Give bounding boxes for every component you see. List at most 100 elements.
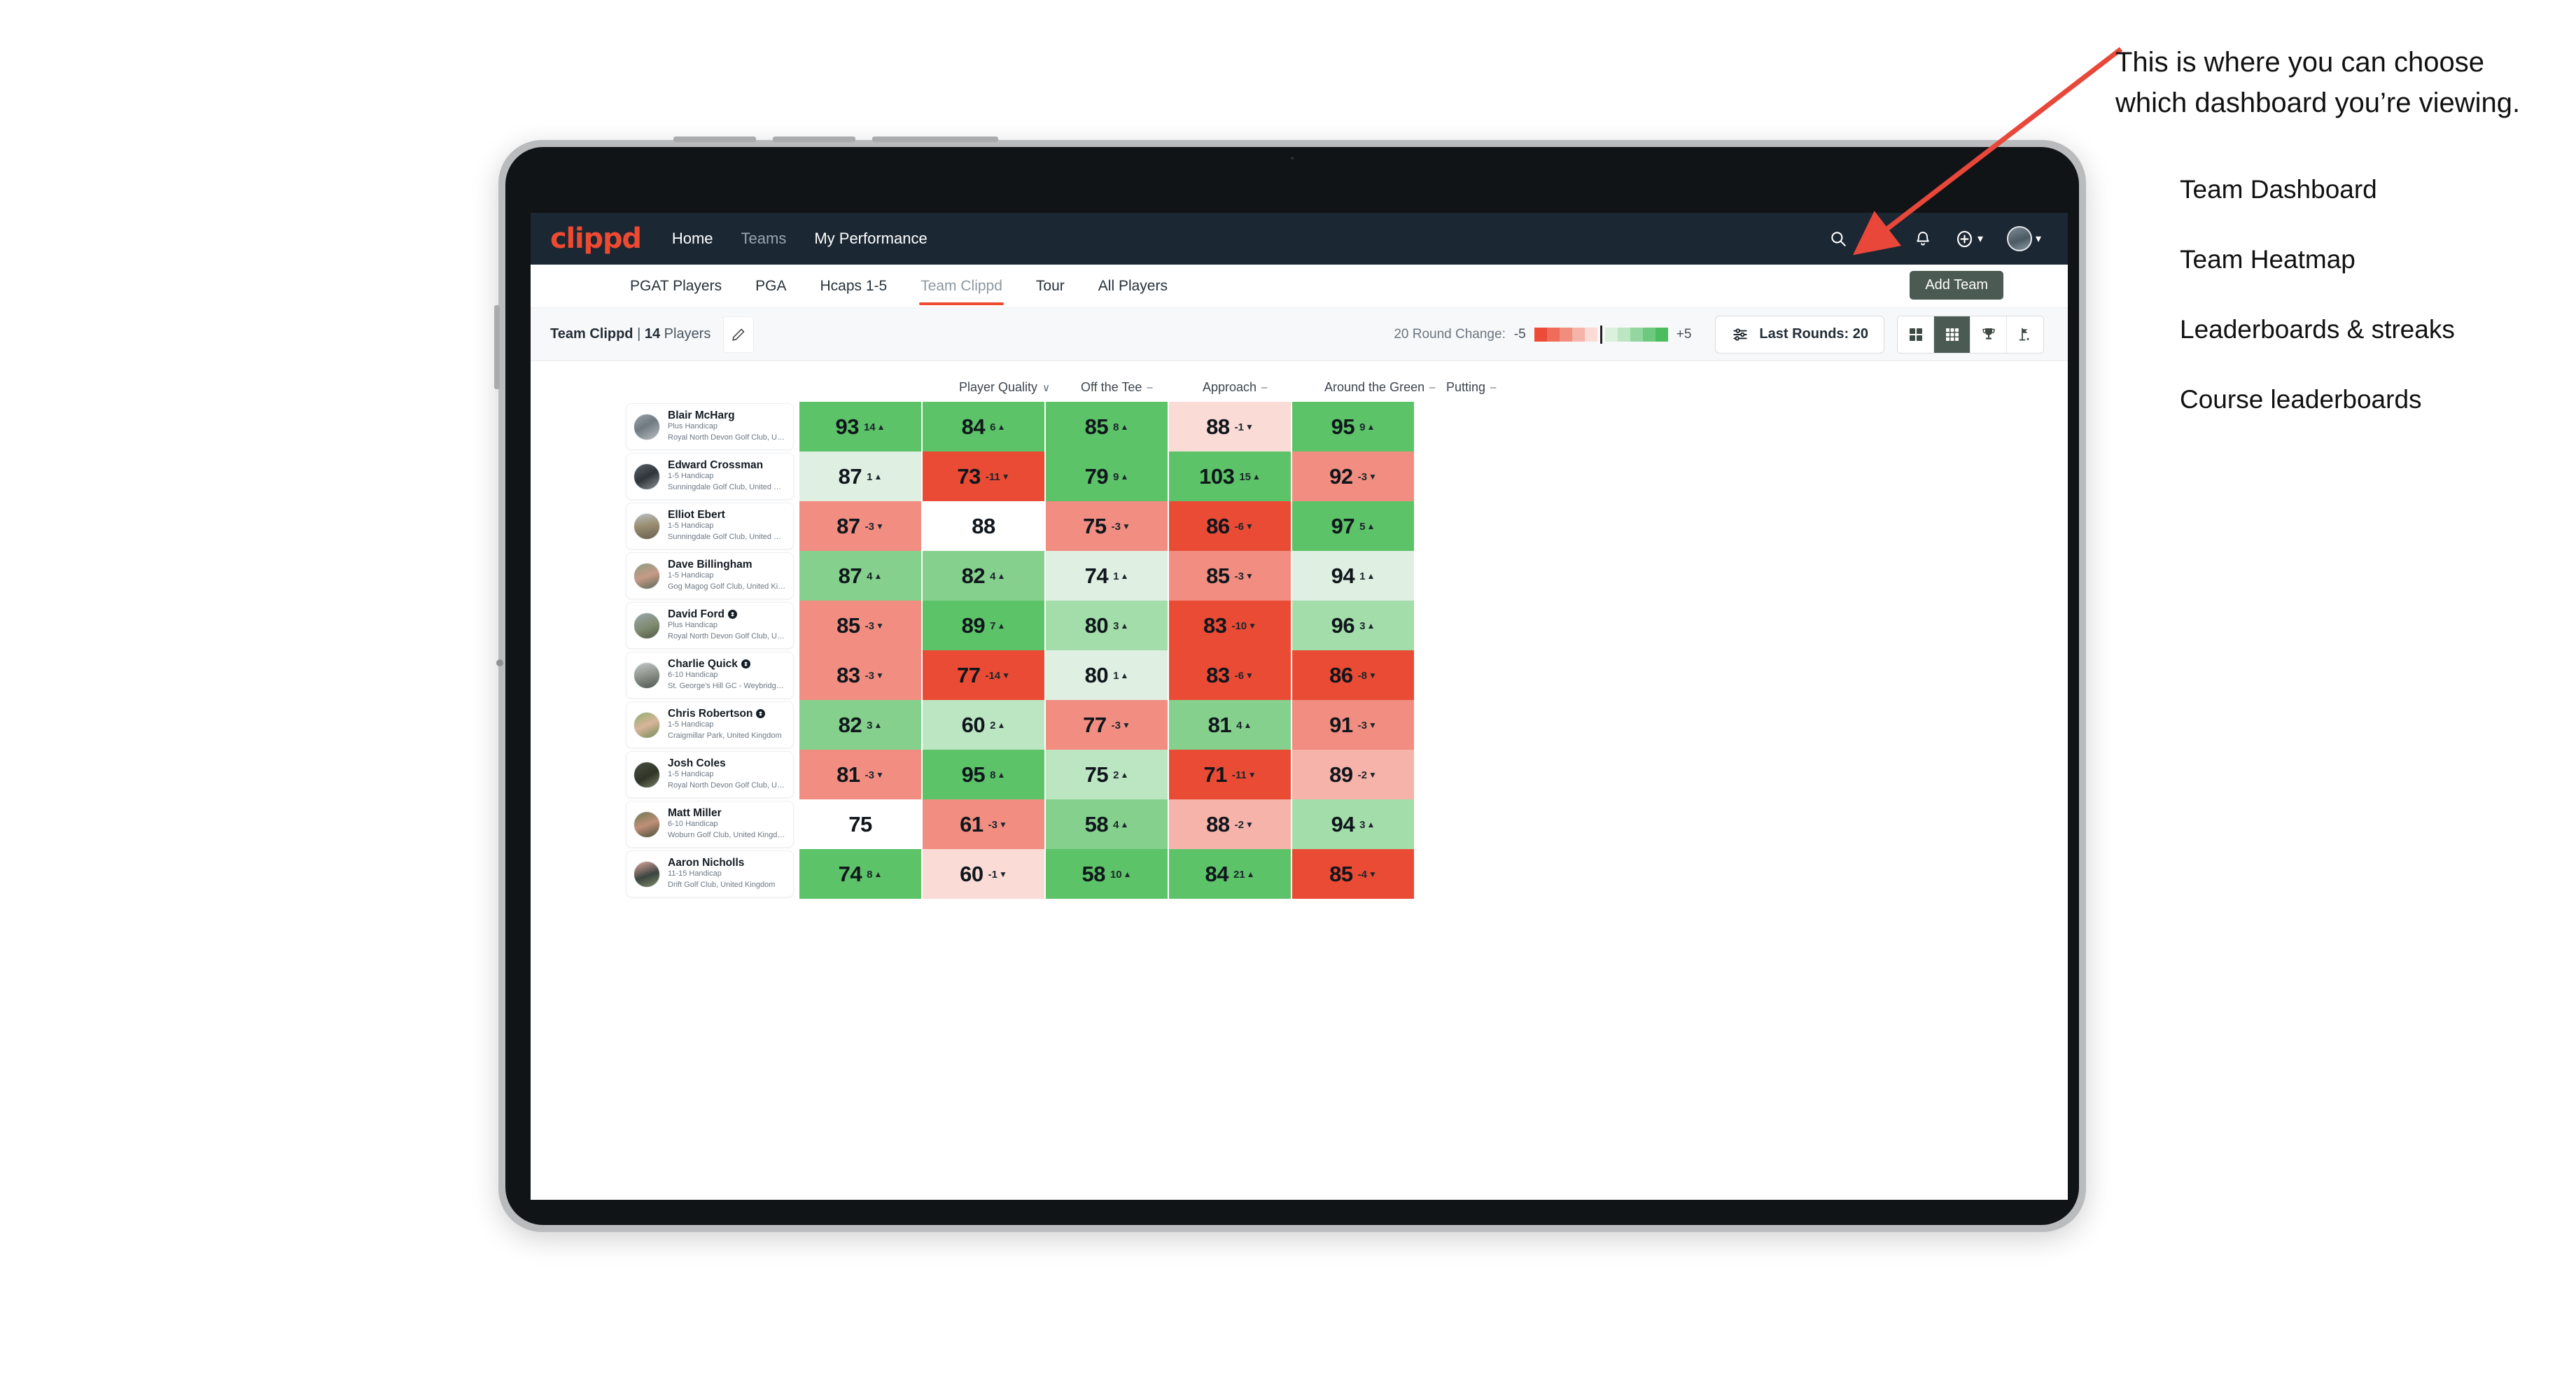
table-row[interactable]: Edward Crossman 1-5 Handicap Sunningdale G… — [531, 451, 2068, 501]
metric-cell[interactable]: 83 -6 ▼ — [1169, 650, 1291, 700]
metric-cell[interactable]: 93 14 ▲ — [799, 402, 921, 451]
player-handicap: 6-10 Handicap — [668, 671, 718, 680]
metric-cell[interactable]: 81 -3 ▼ — [799, 750, 921, 799]
toggle-course-leaderboards[interactable] — [2007, 316, 2043, 353]
metric-cell[interactable]: 82 4 ▲ — [923, 551, 1044, 601]
metric-cell[interactable]: 85 -3 ▼ — [1169, 551, 1291, 601]
player-card[interactable]: Elliot Ebert 1-5 Handicap Sunningdale Golf… — [626, 503, 794, 550]
nav-link-my-performance[interactable]: My Performance — [814, 230, 927, 248]
table-row[interactable]: Aaron Nicholls 11-15 Handicap Drift Golf C… — [531, 849, 2068, 899]
tab-all-players[interactable]: All Players — [1097, 267, 1169, 305]
metric-cell[interactable]: 91 -3 ▼ — [1292, 700, 1414, 750]
metric-cell[interactable]: 81 4 ▲ — [1169, 700, 1291, 750]
column-header-off-the-tee[interactable]: Off the Tee – — [1081, 380, 1203, 402]
metric-cell[interactable]: 84 6 ▲ — [923, 402, 1044, 451]
metric-cell[interactable]: 94 1 ▲ — [1292, 551, 1414, 601]
metric-cell[interactable]: 87 -3 ▼ — [799, 501, 921, 551]
clippd-logo[interactable]: clippd — [550, 223, 642, 255]
column-header-approach[interactable]: Approach – — [1203, 380, 1324, 402]
tab-hcaps-1-5[interactable]: Hcaps 1-5 — [818, 267, 888, 305]
metric-cell[interactable]: 60 2 ▲ — [923, 700, 1044, 750]
toggle-team-dashboard[interactable] — [1898, 316, 1934, 353]
metric-cell[interactable]: 58 10 ▲ — [1046, 849, 1168, 899]
player-card[interactable]: Charlie Quick 6-10 Handicap St. George's H… — [626, 652, 794, 699]
metric-cell[interactable]: 86 -8 ▼ — [1292, 650, 1414, 700]
table-row[interactable]: Blair McHarg Plus Handicap Royal North Dev… — [531, 402, 2068, 451]
metric-cell[interactable]: 87 4 ▲ — [799, 551, 921, 601]
last-rounds-filter-button[interactable]: Last Rounds: 20 — [1715, 315, 1884, 354]
metric-cell[interactable]: 82 3 ▲ — [799, 700, 921, 750]
table-row[interactable]: Charlie Quick 6-10 Handicap St. George's H… — [531, 650, 2068, 700]
arrow-down-icon: ▼ — [998, 819, 1007, 830]
metric-cell[interactable]: 94 3 ▲ — [1292, 799, 1414, 849]
player-card[interactable]: Chris Robertson 1-5 Handicap Craigmillar P… — [626, 701, 794, 748]
tab-team-clippd[interactable]: Team Clippd — [919, 267, 1004, 305]
metric-cell[interactable]: 85 -3 ▼ — [799, 601, 921, 650]
tab-pgat-players[interactable]: PGAT Players — [629, 267, 723, 305]
metric-value: 60 — [960, 861, 983, 886]
metric-cell[interactable]: 96 3 ▲ — [1292, 601, 1414, 650]
nav-link-teams[interactable]: Teams — [741, 230, 787, 248]
table-row[interactable]: David Ford Plus Handicap Royal North Devon… — [531, 601, 2068, 650]
player-card[interactable]: Josh Coles 1-5 Handicap Royal North Devon … — [626, 751, 794, 798]
toggle-leaderboards-streaks[interactable] — [1970, 316, 2007, 353]
metric-cell[interactable]: 83 -3 ▼ — [799, 650, 921, 700]
player-card[interactable]: Aaron Nicholls 11-15 Handicap Drift Golf C… — [626, 850, 794, 897]
metric-cell[interactable]: 74 1 ▲ — [1046, 551, 1168, 601]
metric-cell[interactable]: 58 4 ▲ — [1046, 799, 1168, 849]
metric-cell[interactable]: 83 -10 ▼ — [1169, 601, 1291, 650]
metric-cell[interactable]: 75 2 ▲ — [1046, 750, 1168, 799]
edit-team-button[interactable] — [723, 316, 755, 353]
metric-cell[interactable]: 84 21 ▲ — [1169, 849, 1291, 899]
metric-cell[interactable]: 73 -11 ▼ — [923, 451, 1044, 501]
side-button[interactable] — [494, 305, 500, 389]
player-card[interactable]: David Ford Plus Handicap Royal North Devon… — [626, 602, 794, 649]
metric-cell[interactable]: 71 -11 ▼ — [1169, 750, 1291, 799]
legend-swatch — [1604, 327, 1618, 342]
metric-cell[interactable]: 86 -6 ▼ — [1169, 501, 1291, 551]
metric-cell[interactable]: 95 8 ▲ — [923, 750, 1044, 799]
power-button[interactable] — [872, 136, 998, 142]
volume-down-button[interactable] — [773, 136, 855, 142]
column-header-putting[interactable]: Putting – — [1446, 380, 1568, 402]
table-row[interactable]: Josh Coles 1-5 Handicap Royal North Devon … — [531, 750, 2068, 799]
metric-cell[interactable]: 77 -14 ▼ — [923, 650, 1044, 700]
metric-cell[interactable]: 75 -3 ▼ — [1046, 501, 1168, 551]
volume-up-button[interactable] — [673, 136, 756, 142]
nav-link-home[interactable]: Home — [672, 230, 713, 248]
metric-cell[interactable]: 77 -3 ▼ — [1046, 700, 1168, 750]
metric-cell[interactable]: 103 15 ▲ — [1169, 451, 1291, 501]
metric-cell[interactable]: 97 5 ▲ — [1292, 501, 1414, 551]
metric-cell[interactable]: 80 3 ▲ — [1046, 601, 1168, 650]
column-header-player-quality[interactable]: Player Quality ∨ — [959, 380, 1081, 402]
column-header-around-the-green[interactable]: Around the Green – — [1324, 380, 1446, 402]
metric-cell[interactable]: 89 -2 ▼ — [1292, 750, 1414, 799]
metric-cell[interactable]: 88 -2 ▼ — [1169, 799, 1291, 849]
metric-cell[interactable]: 74 8 ▲ — [799, 849, 921, 899]
metric-cell[interactable]: 92 -3 ▼ — [1292, 451, 1414, 501]
player-card[interactable]: Matt Miller 6-10 Handicap Woburn Golf Club… — [626, 801, 794, 848]
metric-cell[interactable]: 80 1 ▲ — [1046, 650, 1168, 700]
table-row[interactable]: Chris Robertson 1-5 Handicap Craigmillar P… — [531, 700, 2068, 750]
tab-pga[interactable]: PGA — [754, 267, 788, 305]
player-card[interactable]: Blair McHarg Plus Handicap Royal North Dev… — [626, 403, 794, 450]
metric-cell[interactable]: 88 -1 ▼ — [1169, 402, 1291, 451]
player-card[interactable]: Edward Crossman 1-5 Handicap Sunningdale G… — [626, 453, 794, 500]
table-row[interactable]: Dave Billingham 1-5 Handicap Gog Magog Gol… — [531, 551, 2068, 601]
tab-tour[interactable]: Tour — [1035, 267, 1066, 305]
metric-cell[interactable]: 89 7 ▲ — [923, 601, 1044, 650]
metric-cell[interactable]: 85 -4 ▼ — [1292, 849, 1414, 899]
metric-cell[interactable]: 79 9 ▲ — [1046, 451, 1168, 501]
table-row[interactable]: Elliot Ebert 1-5 Handicap Sunningdale Golf… — [531, 501, 2068, 551]
table-row[interactable]: Matt Miller 6-10 Handicap Woburn Golf Club… — [531, 799, 2068, 849]
player-card[interactable]: Dave Billingham 1-5 Handicap Gog Magog Gol… — [626, 552, 794, 599]
metric-cell[interactable]: 60 -1 ▼ — [923, 849, 1044, 899]
metric-cell[interactable]: 88 — [923, 501, 1044, 551]
metric-cell[interactable]: 95 9 ▲ — [1292, 402, 1414, 451]
metric-value: 77 — [1083, 712, 1107, 737]
metric-cell[interactable]: 75 — [799, 799, 921, 849]
toggle-team-heatmap[interactable] — [1934, 316, 1970, 353]
metric-cell[interactable]: 85 8 ▲ — [1046, 402, 1168, 451]
metric-cell[interactable]: 61 -3 ▼ — [923, 799, 1044, 849]
metric-cell[interactable]: 87 1 ▲ — [799, 451, 921, 501]
